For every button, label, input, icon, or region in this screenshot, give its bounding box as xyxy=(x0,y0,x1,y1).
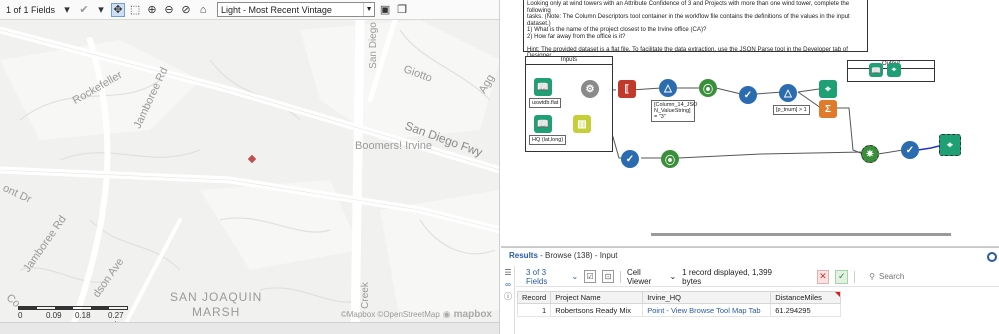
info-icon[interactable]: ⓘ xyxy=(501,290,515,302)
cell-project-name[interactable]: Robertsons Ready Mix xyxy=(550,303,644,317)
filter-tool-icon[interactable]: △ xyxy=(659,79,677,97)
chevron-down-icon[interactable]: ▾ xyxy=(60,3,74,17)
scale-label-0: 0 xyxy=(18,311,23,320)
link-icon[interactable]: ∞ xyxy=(501,278,515,290)
scale-label-1: 0.09 xyxy=(46,311,62,320)
toolbar-separator-2 xyxy=(854,270,856,283)
uswtdb-annotation: uswtdb.flat xyxy=(529,98,562,108)
search-input[interactable] xyxy=(878,272,999,281)
input-data-tool-icon-hq[interactable]: 📖 xyxy=(534,115,552,133)
create-points-tool-icon[interactable]: ⦿ xyxy=(699,79,717,97)
table-row[interactable]: 1 Robertsons Ready Mix Point - View Brow… xyxy=(516,303,842,317)
hq-annotation: HQ (lat,long) xyxy=(529,135,567,145)
browse-tool-icon[interactable]: ⌖ xyxy=(819,80,837,98)
column-header-distance-miles[interactable]: DistanceMiles xyxy=(770,291,842,304)
chevron-down-icon[interactable]: ▾ xyxy=(94,3,108,17)
column-header-irvine-hq[interactable]: Irvine_HQ xyxy=(642,291,772,304)
distance-tool-icon[interactable]: ✷ xyxy=(861,145,879,163)
zoom-extent-icon[interactable]: ⊘ xyxy=(179,3,193,17)
base-map-select[interactable]: Light - Most Recent Vintage ▼ xyxy=(217,2,376,17)
inputs-container-title: Inputs xyxy=(526,57,612,65)
transpose-tool-icon[interactable]: ⟦ xyxy=(618,80,636,98)
cell-viewer-dropdown[interactable]: Cell Viewer xyxy=(627,268,663,286)
zoom-in-icon[interactable]: ⊕ xyxy=(145,3,159,17)
select-tool-icon[interactable]: ⬚ xyxy=(128,3,142,17)
scale-labels: 0 0.09 0.18 0.27 mi xyxy=(18,310,128,329)
search-box[interactable]: ⚲ xyxy=(869,272,999,281)
cross-tab-tool-icon[interactable]: ✓ xyxy=(739,86,757,104)
results-title-prefix: Results xyxy=(509,251,538,260)
chevron-down-icon[interactable]: ⌄ xyxy=(571,272,578,281)
column-header-record[interactable]: Record xyxy=(516,291,552,304)
output-browse-tool-icon[interactable]: ⌖ xyxy=(887,63,901,77)
results-toolbar: 3 of 3 Fields ⌄ ☑ ⊡ Cell Viewer ⌄ 1 reco… xyxy=(516,267,999,287)
checkbox-icon[interactable]: ☑ xyxy=(584,270,597,283)
create-points-tool-icon-2[interactable]: ⦿ xyxy=(661,150,679,168)
results-sidebar: ☰ ∞ ⓘ xyxy=(501,266,515,334)
fields-selector-label[interactable]: 1 of 1 Fields xyxy=(6,5,55,15)
fields-dropdown[interactable]: 3 of 3 Fields xyxy=(526,268,565,286)
filter-annotation-2: [p_tnum] > 1 xyxy=(773,105,810,115)
map-canvas[interactable]: Rockefeller Jamboree Rd San Diego Giotto… xyxy=(0,15,499,334)
map-label-san-diego: San Diego xyxy=(367,22,379,69)
input-data-tool-icon[interactable]: 📖 xyxy=(534,78,552,96)
map-label-creek: Creek xyxy=(359,282,371,309)
pan-tool-icon[interactable]: ✥ xyxy=(111,2,126,17)
map-toolbar: 1 of 1 Fields ▾ ✔ ▾ ✥ ⬚ ⊕ ⊖ ⊘ ⌂ Light - … xyxy=(0,0,499,20)
records-status: 1 record displayed, 1,399 bytes xyxy=(682,267,772,286)
results-table: Record Project Name Irvine_HQ DistanceMi… xyxy=(516,291,842,317)
mapbox-logo: mapbox xyxy=(453,309,492,320)
map-label-san-joaquin: SAN JOAQUIN xyxy=(170,290,263,304)
filter-annotation: [Column_14_JSO N_ValueString] = "3" xyxy=(651,100,697,122)
chevron-down-icon[interactable]: ⌄ xyxy=(669,272,676,281)
check-icon[interactable]: ✓ xyxy=(835,269,849,284)
results-title: Results - Browse (138) - Input xyxy=(509,251,618,260)
map-status-strip xyxy=(0,322,499,334)
cross-tab-tool-icon-3[interactable]: ✓ xyxy=(901,141,919,159)
map-label-boomers: Boomers! Irvine xyxy=(355,140,433,152)
close-icon[interactable]: ✕ xyxy=(816,269,830,284)
save-icon[interactable]: ▣ xyxy=(378,3,392,17)
cross-tab-tool-icon-2[interactable]: ✓ xyxy=(621,150,639,168)
list-icon[interactable]: ☰ xyxy=(501,266,515,278)
map-label-marsh: MARSH xyxy=(192,305,241,319)
attribution-text[interactable]: ©Mapbox ©OpenStreetMap xyxy=(341,310,440,319)
expand-icon[interactable]: ⊡ xyxy=(602,270,615,283)
filter-tool-icon-2[interactable]: △ xyxy=(779,84,797,102)
search-icon: ⚲ xyxy=(869,272,875,281)
text-to-columns-tool-icon[interactable]: ▥ xyxy=(573,115,591,133)
dropdown-arrow-icon: ▼ xyxy=(363,3,374,16)
mapbox-logo-icon: ◉ xyxy=(442,309,451,319)
output-input-tool-icon[interactable]: 📖 xyxy=(869,63,883,77)
final-browse-tool-icon[interactable]: ⌖ xyxy=(939,134,961,156)
map-attribution: ©Mapbox ©OpenStreetMap ◉ mapbox xyxy=(341,309,492,320)
table-header-row: Record Project Name Irvine_HQ DistanceMi… xyxy=(516,291,842,304)
summarize-tool-icon[interactable]: Σ xyxy=(819,100,837,118)
column-header-project-name[interactable]: Project Name xyxy=(550,291,644,304)
map-scale-bar: 0 0.09 0.18 0.27 mi xyxy=(18,306,128,329)
scale-label-2: 0.18 xyxy=(75,311,91,320)
toolbar-separator xyxy=(620,270,621,283)
copy-icon[interactable]: ❐ xyxy=(395,3,409,17)
workflow-canvas[interactable]: Looking only at wind towers with an Attr… xyxy=(501,0,999,247)
results-title-rest: - Browse (138) - Input xyxy=(537,251,618,260)
zoom-out-icon[interactable]: ⊖ xyxy=(162,3,176,17)
cell-irvine-hq[interactable]: Point - View Browse Tool Map Tab xyxy=(642,303,772,317)
cell-record[interactable]: 1 xyxy=(516,303,552,317)
map-base-layer xyxy=(0,15,499,334)
checkmark-icon[interactable]: ✔ xyxy=(77,3,91,17)
cell-distance-miles[interactable]: 61.294295 xyxy=(770,303,842,317)
results-pane: Results - Browse (138) - Input ☰ ∞ ⓘ 3 o… xyxy=(501,247,999,334)
workflow-horizontal-scrollbar[interactable] xyxy=(651,233,951,236)
json-parse-tool-icon[interactable]: ⚙ xyxy=(581,80,599,98)
app-root: 1 of 1 Fields ▾ ✔ ▾ ✥ ⬚ ⊕ ⊖ ⊘ ⌂ Light - … xyxy=(0,0,999,334)
map-pane: 1 of 1 Fields ▾ ✔ ▾ ✥ ⬚ ⊕ ⊖ ⊘ ⌂ Light - … xyxy=(0,0,500,334)
base-map-value: Light - Most Recent Vintage xyxy=(221,4,332,15)
home-icon[interactable]: ⌂ xyxy=(196,3,210,17)
toggle-radio[interactable] xyxy=(987,252,997,262)
